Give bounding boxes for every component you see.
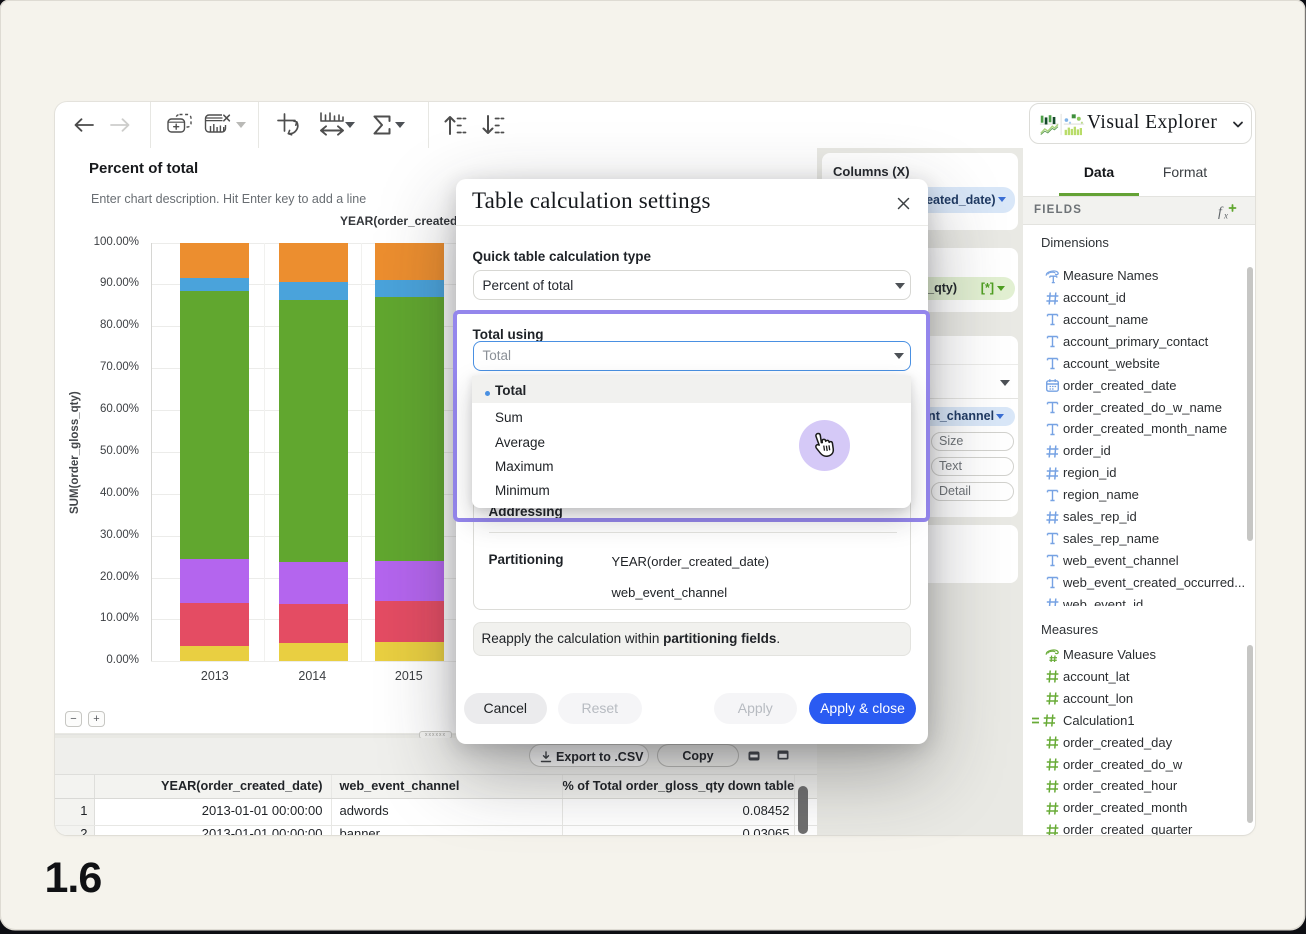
svg-text:x: x <box>1223 210 1228 220</box>
